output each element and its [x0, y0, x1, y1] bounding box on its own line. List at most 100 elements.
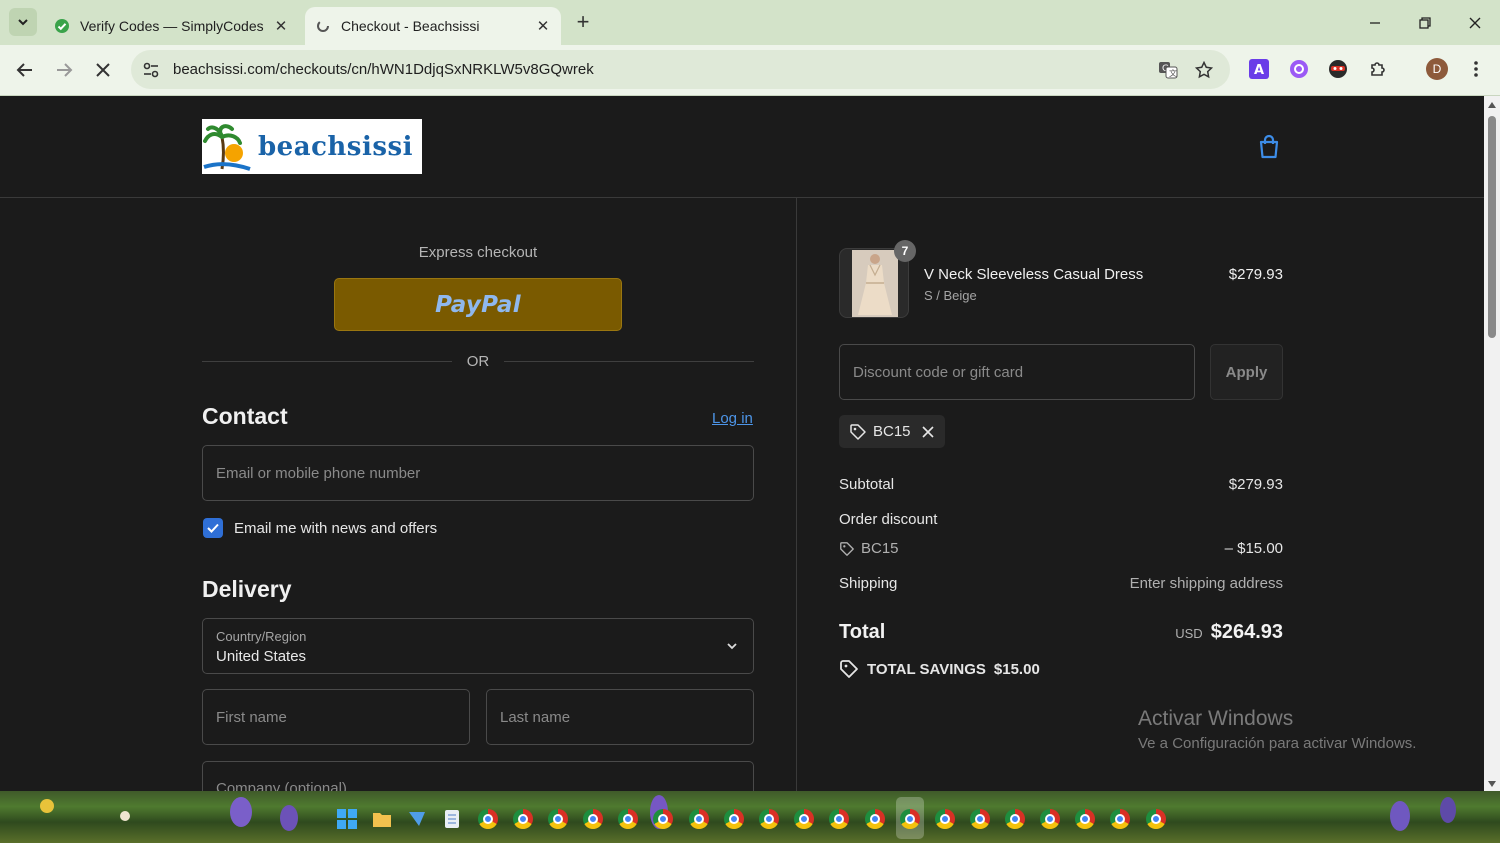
order-discount-label: Order discount [839, 511, 938, 528]
chrome-taskbar-icon[interactable] [652, 808, 674, 830]
minimize-button[interactable] [1350, 0, 1400, 45]
forward-button[interactable] [50, 56, 78, 84]
translate-icon[interactable]: G文 [1157, 59, 1179, 81]
store-logo[interactable]: beachsissi [202, 119, 422, 174]
close-window-button[interactable] [1450, 0, 1500, 45]
chrome-taskbar-icon[interactable] [828, 808, 850, 830]
restore-button[interactable] [1400, 0, 1450, 45]
scrollbar-thumb[interactable] [1488, 116, 1496, 338]
close-icon [1469, 17, 1481, 28]
chrome-taskbar-icon[interactable] [899, 808, 921, 830]
vpn-app-icon[interactable] [406, 808, 428, 830]
discount-code-row: BC15 – $15.00 [839, 540, 1283, 561]
scroll-down-arrow-icon[interactable] [1488, 781, 1496, 787]
simplycodes-favicon-icon [55, 19, 69, 33]
bookmark-star-icon[interactable] [1193, 59, 1215, 81]
subtotal-value: $279.93 [1228, 476, 1283, 493]
windows-activation-subtitle: Ve a Configuración para activar Windows. [1138, 735, 1417, 752]
chrome-taskbar-icon[interactable] [582, 808, 604, 830]
savings-value: $15.00 [993, 660, 1040, 678]
site-header: beachsissi [0, 96, 1484, 198]
shipping-value: Enter shipping address [1129, 575, 1283, 592]
newsletter-label[interactable]: Email me with news and offers [234, 520, 437, 537]
first-name-field[interactable]: First name [202, 689, 470, 745]
svg-text:A: A [1254, 63, 1264, 78]
notepad-icon[interactable] [441, 808, 463, 830]
file-explorer-icon[interactable] [371, 808, 393, 830]
chrome-taskbar-icon[interactable] [969, 808, 991, 830]
tab-title: Verify Codes — SimplyCodes [80, 18, 264, 34]
remove-code-icon[interactable] [921, 425, 935, 439]
extension-purple-icon[interactable] [1288, 58, 1310, 80]
newsletter-checkbox[interactable] [203, 518, 223, 538]
site-settings-icon[interactable] [141, 60, 161, 80]
chrome-taskbar-icon[interactable] [793, 808, 815, 830]
page-scrollbar[interactable] [1484, 96, 1500, 791]
close-tab-icon[interactable]: ✕ [271, 16, 291, 36]
tab-checkout[interactable]: Checkout - Beachsissi ✕ [305, 7, 561, 45]
tag-icon [840, 541, 854, 556]
chrome-taskbar-icon[interactable] [477, 808, 499, 830]
chrome-taskbar-icon[interactable] [723, 808, 745, 830]
chrome-taskbar-icon[interactable] [934, 808, 956, 830]
or-separator: OR [202, 352, 754, 372]
chrome-taskbar-icon[interactable] [1145, 808, 1167, 830]
loading-favicon-icon [317, 20, 329, 32]
login-link[interactable]: Log in [712, 410, 753, 427]
last-name-field[interactable]: Last name [486, 689, 754, 745]
profile-avatar[interactable]: D [1426, 58, 1448, 80]
apply-discount-button[interactable]: Apply [1210, 344, 1283, 400]
total-label: Total [839, 621, 886, 643]
back-button[interactable] [11, 56, 39, 84]
extension-mask-icon[interactable] [1327, 58, 1349, 80]
close-tab-icon[interactable]: ✕ [533, 16, 553, 36]
address-bar[interactable]: beachsissi.com/checkouts/cn/hWN1DdjqSxNR… [131, 50, 1230, 89]
close-icon [96, 63, 110, 77]
tab-simplycodes[interactable]: Verify Codes — SimplyCodes ✕ [44, 7, 299, 45]
tab-search-button[interactable] [9, 8, 37, 36]
arrow-right-icon [57, 63, 73, 77]
discount-placeholder: Discount code or gift card [853, 364, 1024, 381]
chrome-taskbar-icon[interactable] [1004, 808, 1026, 830]
chrome-taskbar-icon[interactable] [864, 808, 886, 830]
checkmark-icon [207, 523, 219, 533]
discount-code-input[interactable]: Discount code or gift card [839, 344, 1195, 400]
stop-loading-button[interactable] [89, 56, 117, 84]
chrome-taskbar-icon[interactable] [758, 808, 780, 830]
subtotal-row: Subtotal $279.93 [839, 476, 1283, 493]
chrome-taskbar-icon[interactable] [1074, 808, 1096, 830]
windows-activation-title: Activar Windows [1138, 707, 1294, 730]
paypal-button[interactable]: PayPal [334, 278, 622, 331]
country-select[interactable]: Country/Region United States [202, 618, 754, 674]
email-field[interactable]: Email or mobile phone number [202, 445, 754, 501]
savings-label: TOTAL SAVINGS [867, 660, 986, 678]
chrome-taskbar-icon[interactable] [547, 808, 569, 830]
chrome-taskbar-icon[interactable] [617, 808, 639, 830]
email-placeholder: Email or mobile phone number [216, 465, 421, 482]
more-menu-icon[interactable] [1465, 58, 1487, 80]
product-variant: S / Beige [924, 288, 977, 303]
paypal-logo-text: PayPal [435, 291, 521, 318]
total-currency: USD [1175, 626, 1203, 641]
extension-a-icon[interactable]: A [1248, 58, 1270, 80]
chrome-taskbar-icon[interactable] [688, 808, 710, 830]
shopping-bag-icon[interactable] [1256, 133, 1282, 161]
arrow-left-icon [16, 63, 32, 77]
checkout-page: beachsissi Express checkout PayPal OR Co… [0, 96, 1484, 791]
product-name: V Neck Sleeveless Casual Dress [924, 266, 1144, 283]
extensions-puzzle-icon[interactable] [1367, 58, 1389, 80]
store-logo-text: beachsissi [258, 131, 413, 162]
chrome-taskbar-icon[interactable] [512, 808, 534, 830]
browser-tab-bar: Verify Codes — SimplyCodes ✕ Checkout - … [0, 0, 1500, 45]
applied-code-chip: BC15 [839, 415, 945, 448]
subtotal-label: Subtotal [839, 476, 895, 493]
company-field[interactable]: Company (optional) [202, 761, 754, 791]
chrome-taskbar-icon[interactable] [1039, 808, 1061, 830]
scroll-up-arrow-icon[interactable] [1488, 102, 1496, 108]
contact-heading: Contact [202, 403, 288, 429]
chrome-taskbar-icon[interactable] [1109, 808, 1131, 830]
new-tab-button[interactable]: + [571, 9, 595, 34]
product-price: $279.93 [1228, 266, 1283, 283]
order-discount-row: Order discount [839, 511, 1283, 528]
windows-start-icon[interactable] [336, 808, 358, 830]
